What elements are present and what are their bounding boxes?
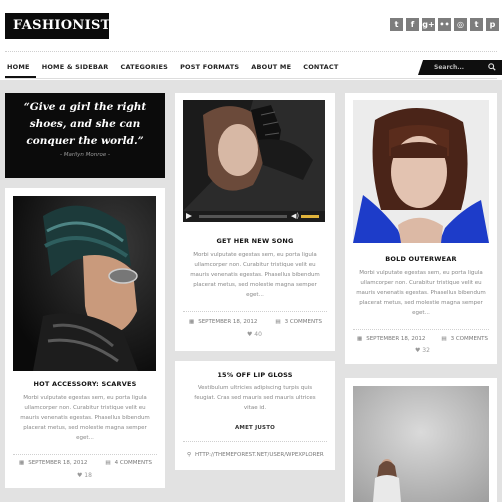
- post-title[interactable]: GET HER NEW SONG: [175, 237, 335, 245]
- post-card-outerwear: BOLD OUTERWEAR Morbi vulputate egestas s…: [345, 93, 497, 364]
- partial-photo-illustration: [353, 386, 489, 502]
- twitter-icon[interactable]: t: [390, 18, 403, 31]
- search-box[interactable]: Search...: [418, 60, 502, 75]
- post-excerpt: Morbi vulputate egestas sem, eu porta li…: [20, 395, 150, 441]
- logo-text: FASHIONISTA: [13, 18, 121, 33]
- comments-icon: ▤: [105, 460, 111, 466]
- post-date: SEPTEMBER 18, 2012: [28, 460, 88, 466]
- nav-item-categories[interactable]: CATEGORIES: [114, 58, 174, 78]
- meta-divider: [353, 329, 489, 330]
- post-card-scarves: HOT ACCESSORY: SCARVES Morbi vulputate e…: [5, 188, 165, 488]
- post-author: AMET JUSTO: [234, 425, 276, 431]
- like-count: 18: [84, 472, 92, 479]
- song-photo-illustration: [183, 100, 325, 211]
- post-image-scarves[interactable]: [13, 196, 156, 371]
- post-comments[interactable]: 4 COMMENTS: [115, 460, 152, 466]
- nav-item-post-formats[interactable]: POST FORMATS: [174, 58, 245, 78]
- post-meta: ▦ SEPTEMBER 18, 2012 ▤ 3 COMMENTS: [189, 319, 322, 325]
- meta-divider: [183, 311, 327, 312]
- search-input[interactable]: Search...: [434, 60, 464, 75]
- main-nav: HOME HOME & SIDEBAR CATEGORIES POST FORM…: [5, 58, 345, 78]
- googleplus-icon[interactable]: g+: [422, 18, 435, 31]
- post-title[interactable]: 15% OFF LIP GLOSS: [175, 371, 335, 379]
- calendar-icon: ▦: [189, 319, 195, 325]
- facebook-icon[interactable]: f: [406, 18, 419, 31]
- post-date: SEPTEMBER 18, 2012: [366, 336, 426, 342]
- like-button[interactable]: ♥ 18: [77, 472, 92, 479]
- header-divider: [5, 51, 497, 52]
- quote-author: - Marilyn Monroe -: [60, 152, 110, 158]
- flickr-icon[interactable]: ••: [438, 18, 451, 31]
- comments-icon: ▤: [441, 336, 447, 342]
- like-count: 32: [422, 347, 430, 354]
- post-title[interactable]: HOT ACCESSORY: SCARVES: [5, 380, 165, 388]
- nav-item-about-me[interactable]: ABOUT ME: [245, 58, 297, 78]
- post-image-outerwear[interactable]: [353, 100, 489, 243]
- volume-slider[interactable]: [301, 215, 319, 218]
- post-comments[interactable]: 3 COMMENTS: [285, 319, 322, 325]
- post-image-song[interactable]: [183, 100, 325, 211]
- audio-player: ◀): [183, 211, 325, 222]
- post-meta: ▦ SEPTEMBER 18, 2012 ▤ 4 COMMENTS: [19, 460, 152, 466]
- dribbble-icon[interactable]: ◎: [454, 18, 467, 31]
- nav-item-home[interactable]: HOME: [5, 58, 36, 78]
- post-card-partial: [345, 378, 497, 502]
- post-meta: ▦ SEPTEMBER 18, 2012 ▤ 3 COMMENTS: [357, 336, 488, 342]
- post-image-partial[interactable]: [353, 386, 489, 502]
- post-excerpt: Vestibulum ultricies adipiscing turpis q…: [194, 385, 316, 411]
- meta-divider: [183, 441, 327, 442]
- audio-progress-track[interactable]: [199, 215, 287, 218]
- volume-icon[interactable]: ◀): [291, 213, 299, 220]
- comments-icon: ▤: [275, 319, 281, 325]
- like-button[interactable]: ♥ 40: [247, 331, 262, 338]
- tumblr-icon[interactable]: t: [470, 18, 483, 31]
- nav-item-home-sidebar[interactable]: HOME & SIDEBAR: [36, 58, 115, 78]
- link-icon: ⚲: [187, 452, 192, 458]
- post-excerpt: Morbi vulputate egestas sem, eu porta li…: [356, 270, 486, 316]
- like-button[interactable]: ♥ 32: [415, 347, 430, 354]
- quote-text: “Give a girl the right shoes, and she ca…: [23, 101, 147, 147]
- meta-divider: [13, 454, 157, 455]
- post-card-lipgloss: 15% OFF LIP GLOSS Vestibulum ultricies a…: [175, 361, 335, 470]
- nav-underline: [5, 78, 497, 79]
- calendar-icon: ▦: [357, 336, 363, 342]
- nav-item-contact[interactable]: CONTACT: [297, 58, 344, 78]
- quote-card: “Give a girl the right shoes, and she ca…: [5, 93, 165, 178]
- play-icon[interactable]: [186, 213, 192, 219]
- outerwear-photo-illustration: [353, 100, 489, 243]
- pinterest-icon[interactable]: p: [486, 18, 499, 31]
- post-excerpt: Morbi vulputate egestas sem, eu porta li…: [190, 252, 320, 298]
- post-card-song: ◀) GET HER NEW SONG Morbi vulputate eges…: [175, 93, 335, 351]
- post-title[interactable]: BOLD OUTERWEAR: [345, 255, 497, 263]
- post-comments[interactable]: 3 COMMENTS: [451, 336, 488, 342]
- post-link-row: ⚲ HTTP://THEMEFOREST.NET/USER/WPEXPLORER: [187, 452, 324, 458]
- like-count: 40: [254, 331, 262, 338]
- post-date: SEPTEMBER 18, 2012: [198, 319, 258, 325]
- site-header: FASHIONISTA t f g+ •• ◎ t p HOME HOME & …: [0, 0, 502, 80]
- calendar-icon: ▦: [19, 460, 25, 466]
- site-logo[interactable]: FASHIONISTA: [5, 13, 121, 39]
- social-icons: t f g+ •• ◎ t p: [390, 18, 499, 31]
- search-icon[interactable]: [488, 63, 496, 71]
- scarf-photo-illustration: [13, 196, 156, 371]
- post-link[interactable]: HTTP://THEMEFOREST.NET/USER/WPEXPLORER: [195, 452, 324, 458]
